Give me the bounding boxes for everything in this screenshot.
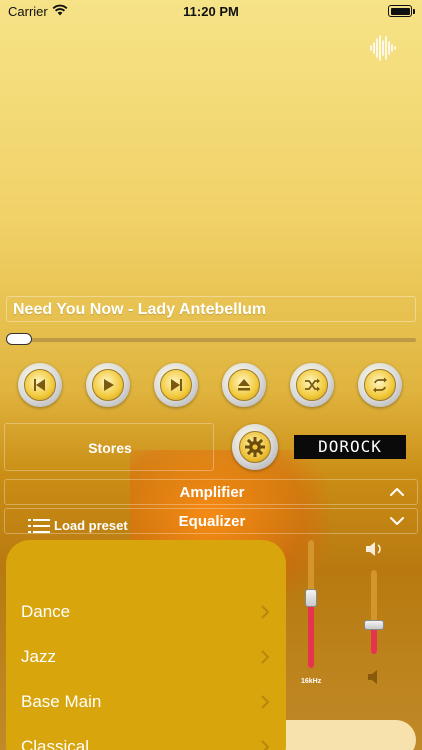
brand-logo: DOROCK bbox=[294, 435, 406, 459]
now-playing-box: Need You Now - Lady Antebellum bbox=[6, 296, 416, 322]
battery-tip bbox=[413, 9, 415, 14]
chevron-right-icon bbox=[261, 605, 270, 619]
previous-button[interactable] bbox=[18, 363, 62, 407]
preset-label: Jazz bbox=[21, 647, 56, 666]
stores-label: Stores bbox=[88, 440, 132, 456]
play-icon bbox=[104, 379, 114, 391]
repeat-button[interactable] bbox=[358, 363, 402, 407]
amplifier-label: Amplifier bbox=[179, 484, 245, 501]
preset-item-dance[interactable]: Dance bbox=[6, 590, 286, 634]
amplifier-section[interactable]: Amplifier bbox=[4, 479, 418, 505]
volume-low-icon bbox=[368, 670, 377, 684]
previous-icon bbox=[34, 379, 45, 391]
stores-button[interactable]: Stores bbox=[4, 423, 214, 471]
chevron-right-icon bbox=[261, 740, 270, 750]
preset-label: Dance bbox=[21, 602, 71, 621]
battery-icon bbox=[388, 5, 412, 17]
progress-thumb[interactable] bbox=[6, 333, 32, 345]
repeat-icon bbox=[373, 377, 387, 393]
volume-slider[interactable] bbox=[371, 570, 377, 654]
chevron-down-icon[interactable] bbox=[389, 515, 405, 527]
next-icon bbox=[171, 379, 182, 391]
load-preset-label: Load preset bbox=[54, 518, 128, 533]
volume-high-icon bbox=[366, 542, 381, 556]
shuffle-button[interactable] bbox=[290, 363, 334, 407]
next-button[interactable] bbox=[154, 363, 198, 407]
chevron-right-icon bbox=[261, 695, 270, 709]
eject-icon bbox=[238, 379, 250, 391]
chevron-right-icon bbox=[261, 650, 270, 664]
chevron-up-icon[interactable] bbox=[389, 486, 405, 498]
preset-menu: Dance Jazz Base Main Classical bbox=[6, 540, 286, 750]
preset-item-classical[interactable]: Classical bbox=[6, 725, 286, 750]
list-icon bbox=[28, 519, 50, 533]
gear-icon bbox=[245, 437, 265, 457]
shuffle-icon bbox=[305, 378, 320, 392]
eq-slider-knob[interactable] bbox=[305, 588, 317, 607]
settings-button[interactable] bbox=[232, 424, 278, 470]
preset-label: Base Main bbox=[21, 692, 102, 711]
play-button[interactable] bbox=[86, 363, 130, 407]
waveform-icon[interactable] bbox=[368, 34, 398, 62]
eject-button[interactable] bbox=[222, 363, 266, 407]
progress-track[interactable] bbox=[6, 338, 416, 342]
volume-slider-knob[interactable] bbox=[364, 619, 384, 630]
clock: 11:20 PM bbox=[183, 4, 239, 19]
preset-label: Classical bbox=[21, 737, 90, 750]
preset-item-jazz[interactable]: Jazz bbox=[6, 635, 286, 679]
preset-item-base-main[interactable]: Base Main bbox=[6, 680, 286, 724]
track-title: Need You Now - Lady Antebellum bbox=[13, 301, 267, 318]
eq-band-label: 16kHz bbox=[301, 678, 322, 685]
status-bar: Carrier 11:20 PM bbox=[0, 0, 422, 24]
volume-slider-fill bbox=[371, 570, 377, 625]
